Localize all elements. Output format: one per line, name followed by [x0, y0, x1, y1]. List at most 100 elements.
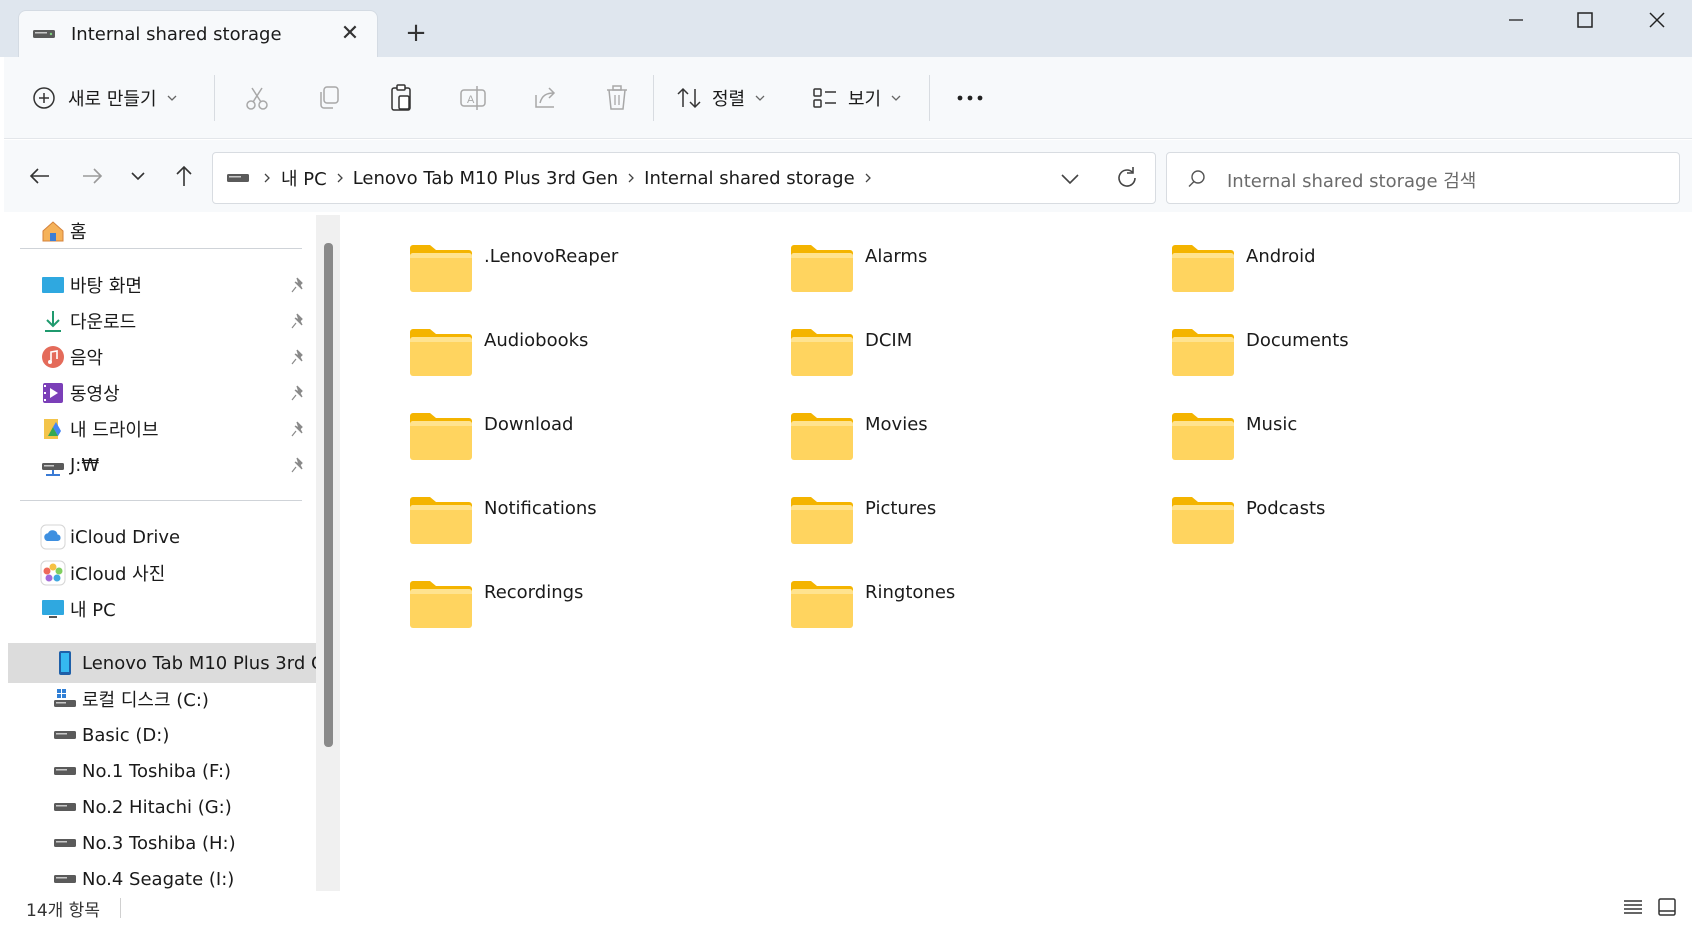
folder-icon	[1172, 497, 1234, 544]
close-tab-icon[interactable]: ✕	[339, 23, 361, 45]
pin-icon[interactable]	[290, 348, 308, 366]
search-input[interactable]: Internal shared storage 검색	[1166, 152, 1680, 204]
sidebar-item-local-disk-c[interactable]: 로컬 디스크 (C:)	[52, 682, 209, 716]
close-window-icon[interactable]	[1632, 8, 1682, 38]
details-view-icon[interactable]	[1622, 896, 1644, 918]
sidebar-item-network-drive-j[interactable]: J:₩	[40, 448, 99, 482]
sidebar-item-this-pc[interactable]: 내 PC	[40, 592, 116, 626]
status-bar: 14개 항목	[0, 892, 1692, 925]
pin-icon[interactable]	[290, 276, 308, 294]
folder-label: .LenovoReaper	[484, 245, 619, 267]
sidebar-scrollbar[interactable]	[316, 215, 340, 891]
forward-arrow-icon[interactable]	[76, 160, 108, 192]
delete-icon[interactable]	[600, 81, 634, 115]
folder-item[interactable]: Ringtones	[789, 572, 1149, 636]
sidebar-divider	[20, 500, 302, 501]
folder-item[interactable]: Notifications	[408, 488, 768, 552]
back-arrow-icon[interactable]	[24, 160, 56, 192]
new-button[interactable]: 새로 만들기	[32, 79, 179, 117]
pin-icon[interactable]	[290, 384, 308, 402]
folder-item[interactable]: Android	[1170, 236, 1530, 300]
sidebar-item-label: 로컬 디스크 (C:)	[82, 690, 209, 711]
folder-label: Recordings	[484, 581, 584, 603]
sidebar-divider	[20, 248, 302, 249]
folder-item[interactable]: Download	[408, 404, 768, 468]
sort-label: 정렬	[712, 89, 746, 110]
folder-icon	[791, 581, 853, 628]
up-arrow-icon[interactable]	[168, 160, 200, 192]
folder-label: Download	[484, 413, 574, 435]
view-button[interactable]: 보기	[812, 79, 903, 117]
drive-icon	[54, 767, 76, 775]
sidebar-item-basic-d[interactable]: Basic (D:)	[52, 718, 169, 752]
sidebar-item-label: 내 드라이브	[70, 420, 159, 441]
folder-item[interactable]: Movies	[789, 404, 1149, 468]
sidebar-item-music[interactable]: 음악	[40, 340, 103, 374]
folder-item[interactable]: Recordings	[408, 572, 768, 636]
address-history-chevron-icon[interactable]	[1058, 166, 1082, 190]
sidebar-item-desktop[interactable]: 바탕 화면	[40, 268, 142, 302]
sidebar-item-icloud-drive[interactable]: iCloud Drive	[40, 520, 180, 554]
add-icon	[33, 87, 55, 109]
folder-icon	[410, 245, 472, 292]
sidebar-item-my-drive[interactable]: 내 드라이브	[40, 412, 159, 446]
rename-icon[interactable]: A	[456, 81, 490, 115]
refresh-icon[interactable]	[1113, 164, 1141, 192]
sidebar-item-icloud-photos[interactable]: iCloud 사진	[40, 556, 165, 590]
large-icons-view-icon[interactable]	[1656, 896, 1678, 918]
sidebar-item-label: No.1 Toshiba (F:)	[82, 760, 232, 782]
pin-icon[interactable]	[290, 312, 308, 330]
more-options-icon[interactable]	[952, 83, 988, 113]
copy-icon[interactable]	[312, 81, 346, 115]
desktop-icon	[42, 277, 64, 293]
cut-icon[interactable]	[240, 81, 274, 115]
folder-icon	[410, 581, 472, 628]
folder-item[interactable]: Podcasts	[1170, 488, 1530, 552]
title-bar: Internal shared storage ✕ +	[0, 0, 1692, 57]
share-icon[interactable]	[528, 81, 562, 115]
sidebar-item-label: iCloud Drive	[70, 526, 181, 548]
sidebar-item-toshiba-h[interactable]: No.3 Toshiba (H:)	[52, 826, 236, 860]
folder-item[interactable]: Alarms	[789, 236, 1149, 300]
sidebar-item-videos[interactable]: 동영상	[40, 376, 120, 410]
folder-item[interactable]: Documents	[1170, 320, 1530, 384]
folder-icon	[791, 413, 853, 460]
sidebar-item-label: 음악	[70, 348, 104, 369]
recent-locations-chevron-icon[interactable]	[122, 160, 154, 192]
folder-item[interactable]: .LenovoReaper	[408, 236, 768, 300]
sidebar-item-label: No.4 Seagate (I:)	[82, 868, 235, 890]
chevron-right-icon[interactable]	[855, 171, 881, 185]
sidebar-item-home[interactable]: 홈	[40, 214, 87, 248]
folder-icon	[1172, 413, 1234, 460]
sidebar-item-downloads[interactable]: 다운로드	[40, 304, 136, 338]
sort-button[interactable]: 정렬	[676, 79, 767, 117]
pin-icon[interactable]	[290, 420, 308, 438]
folder-item[interactable]: Music	[1170, 404, 1530, 468]
breadcrumb-this-pc[interactable]: 내 PC	[281, 165, 327, 191]
sidebar-item-hitachi-g[interactable]: No.2 Hitachi (G:)	[52, 790, 232, 824]
maximize-icon[interactable]	[1560, 8, 1610, 38]
folder-item[interactable]: Pictures	[789, 488, 1149, 552]
folder-item[interactable]: Audiobooks	[408, 320, 768, 384]
video-icon	[43, 383, 63, 403]
pin-icon[interactable]	[290, 456, 308, 474]
folder-icon	[410, 413, 472, 460]
navigation-pane: 홈 바탕 화면 다운로드 음악 동영상 내 드라이브 J:₩ iCloud Dr…	[4, 212, 340, 892]
sidebar-item-toshiba-f[interactable]: No.1 Toshiba (F:)	[52, 754, 231, 788]
sidebar-item-lenovo-tab[interactable]: Lenovo Tab M10 Plus 3rd G	[52, 646, 325, 680]
music-icon	[42, 346, 64, 368]
sort-icon	[677, 87, 701, 109]
folder-item[interactable]: DCIM	[789, 320, 1149, 384]
view-label: 보기	[848, 89, 882, 110]
tab-internal-shared-storage[interactable]: Internal shared storage ✕	[18, 10, 378, 57]
sidebar-item-label: 내 PC	[70, 600, 116, 621]
sidebar-item-seagate-i[interactable]: No.4 Seagate (I:)	[52, 862, 234, 892]
new-tab-icon[interactable]: +	[402, 20, 430, 48]
paste-icon[interactable]	[384, 81, 418, 115]
breadcrumb-device[interactable]: Lenovo Tab M10 Plus 3rd Gen	[353, 168, 618, 189]
breadcrumb-storage[interactable]: Internal shared storage	[644, 168, 855, 189]
address-bar[interactable]: 내 PC Lenovo Tab M10 Plus 3rd Gen Interna…	[212, 152, 1156, 204]
scrollbar-thumb[interactable]	[324, 243, 333, 747]
minimize-icon[interactable]	[1491, 8, 1541, 38]
home-icon	[42, 221, 64, 242]
